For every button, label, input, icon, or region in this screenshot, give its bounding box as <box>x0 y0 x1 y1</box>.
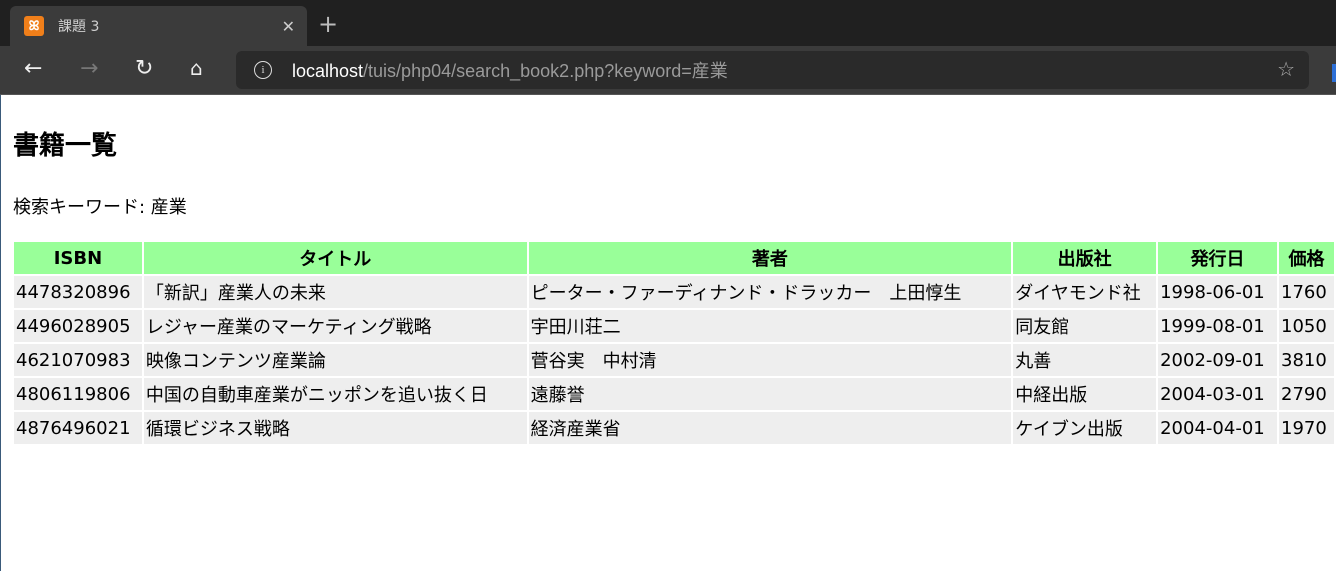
cell-author: ピーター・ファーディナンド・ドラッカー 上田惇生 <box>528 276 1012 308</box>
header-publisher: 出版社 <box>1013 242 1157 274</box>
favorite-add-icon[interactable]: ☆ <box>1277 57 1295 81</box>
navigation-toolbar: ← → ↻ ⌂ i localhost/tuis/php04/search_bo… <box>0 46 1336 95</box>
cell-publisher: 丸善 <box>1013 344 1157 376</box>
cell-isbn: 4876496021 <box>14 412 142 444</box>
cell-author: 遠藤誉 <box>528 378 1012 410</box>
cell-date: 2002-09-01 <box>1158 344 1278 376</box>
cell-author: 経済産業省 <box>528 412 1012 444</box>
search-keyword-label: 検索キーワード: 産業 <box>13 197 187 218</box>
cell-title: 「新訳」産業人の未来 <box>143 276 527 308</box>
xampp-favicon-icon: ꕤ <box>24 16 44 36</box>
cell-date: 2004-03-01 <box>1158 378 1278 410</box>
cell-price: 3810 <box>1279 344 1334 376</box>
table-header-row: ISBN タイトル 著者 出版社 発行日 価格 <box>14 242 1334 274</box>
forward-icon[interactable]: → <box>80 56 98 81</box>
table-row: 4806119806 中国の自動車産業がニッポンを追い抜く日 遠藤誉 中経出版 2004… <box>14 378 1334 410</box>
cell-title: 中国の自動車産業がニッポンを追い抜く日 <box>143 378 527 410</box>
header-isbn: ISBN <box>14 242 142 274</box>
cell-price: 1050 <box>1279 310 1334 342</box>
address-bar[interactable]: i localhost/tuis/php04/search_book2.php?… <box>236 51 1309 89</box>
plus-icon[interactable]: + <box>318 10 338 38</box>
cell-price: 1760 <box>1279 276 1334 308</box>
page-content: 書籍一覧 検索キーワード: 産業 ISBN タイトル 著者 出版社 発行日 価格… <box>0 95 1336 571</box>
cell-price: 2790 <box>1279 378 1334 410</box>
cell-isbn: 4621070983 <box>14 344 142 376</box>
tab-bar: ꕤ 課題 3 ✕ + <box>0 0 1336 46</box>
cell-isbn: 4478320896 <box>14 276 142 308</box>
url-host: localhost <box>292 61 364 81</box>
table-row: 4496028905 レジャー産業のマーケティング戦略 宇田川荘二 同友館 1999-0… <box>14 310 1334 342</box>
refresh-icon[interactable]: ↻ <box>135 56 153 81</box>
cell-price: 1970 <box>1279 412 1334 444</box>
cell-isbn: 4806119806 <box>14 378 142 410</box>
cell-publisher: ケイブン出版 <box>1013 412 1157 444</box>
page-title: 書籍一覧 <box>13 131 118 161</box>
cell-title: 循環ビジネス戦略 <box>143 412 527 444</box>
cell-publisher: 中経出版 <box>1013 378 1157 410</box>
url-text[interactable]: localhost/tuis/php04/search_book2.php?ke… <box>292 57 728 83</box>
info-icon[interactable]: i <box>254 61 272 79</box>
cell-author: 宇田川荘二 <box>528 310 1012 342</box>
cell-publisher: ダイヤモンド社 <box>1013 276 1157 308</box>
close-icon[interactable]: ✕ <box>282 17 295 36</box>
home-icon[interactable]: ⌂ <box>190 56 203 80</box>
table-row: 4478320896 「新訳」産業人の未来 ピーター・ファーディナンド・ドラッカー … <box>14 276 1334 308</box>
back-icon[interactable]: ← <box>24 56 42 81</box>
url-path: /tuis/php04/search_book2.php?keyword=産業 <box>363 61 728 81</box>
header-date: 発行日 <box>1158 242 1278 274</box>
header-price: 価格 <box>1279 242 1334 274</box>
cell-isbn: 4496028905 <box>14 310 142 342</box>
extension-icon[interactable] <box>1332 64 1336 82</box>
cell-publisher: 同友館 <box>1013 310 1157 342</box>
table-row: 4621070983 映像コンテンツ産業論 菅谷実 中村清 丸善 2002-09-01 3… <box>14 344 1334 376</box>
cell-date: 1998-06-01 <box>1158 276 1278 308</box>
table-row: 4876496021 循環ビジネス戦略 経済産業省 ケイブン出版 2004-04-01 1… <box>14 412 1334 444</box>
tab-title: 課題 3 <box>58 19 100 35</box>
header-title: タイトル <box>143 242 527 274</box>
cell-title: レジャー産業のマーケティング戦略 <box>143 310 527 342</box>
cell-author: 菅谷実 中村清 <box>528 344 1012 376</box>
cell-date: 1999-08-01 <box>1158 310 1278 342</box>
cell-title: 映像コンテンツ産業論 <box>143 344 527 376</box>
browser-tab[interactable]: ꕤ 課題 3 ✕ <box>10 6 307 46</box>
cell-date: 2004-04-01 <box>1158 412 1278 444</box>
books-table: ISBN タイトル 著者 出版社 発行日 価格 4478320896 「新訳」産業… <box>12 240 1336 446</box>
header-author: 著者 <box>528 242 1012 274</box>
